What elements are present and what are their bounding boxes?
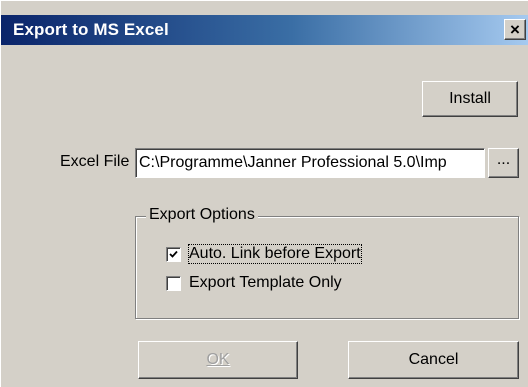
ok-button[interactable]: OK [138, 341, 298, 379]
close-button[interactable]: × [504, 19, 526, 40]
export-dialog: Export to MS Excel × Install Excel File … [0, 0, 528, 387]
template-only-checkbox[interactable] [166, 275, 181, 291]
title-bar[interactable]: Export to MS Excel × [1, 15, 528, 45]
auto-link-option[interactable]: Auto. Link before Export [166, 244, 362, 264]
close-icon: × [510, 20, 520, 39]
excel-file-input[interactable]: C:\Programme\Janner Professional 5.0\Imp [135, 148, 485, 178]
cancel-button-label: Cancel [408, 351, 459, 368]
auto-link-checkbox[interactable] [166, 246, 181, 262]
excel-file-path: C:\Programme\Janner Professional 5.0\Imp [139, 154, 447, 171]
install-button-label: Install [449, 90, 491, 107]
dialog-title: Export to MS Excel [13, 20, 169, 39]
cancel-button[interactable]: Cancel [348, 341, 519, 379]
install-button[interactable]: Install [422, 81, 518, 117]
template-only-option[interactable]: Export Template Only [166, 274, 342, 292]
browse-button-label: ... [496, 151, 511, 168]
ok-button-label: OK [206, 351, 230, 368]
auto-link-label: Auto. Link before Export [188, 244, 362, 264]
checkmark-icon [169, 250, 178, 258]
browse-button[interactable]: ... [488, 148, 519, 178]
excel-file-label: Excel File [60, 153, 130, 170]
template-only-label: Export Template Only [189, 274, 342, 291]
export-options-legend: Export Options [146, 206, 258, 224]
export-options-group [135, 216, 519, 319]
